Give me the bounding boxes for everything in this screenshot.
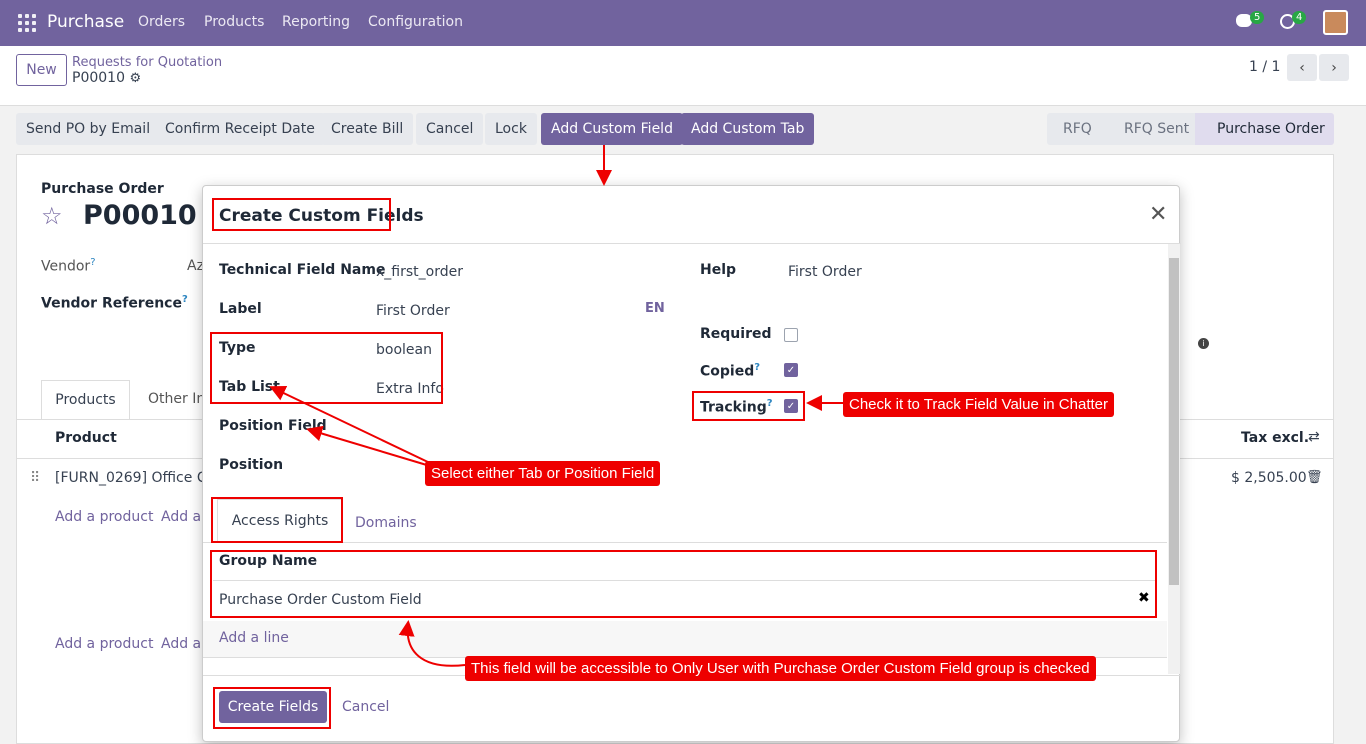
annotation-arrows <box>269 145 843 667</box>
